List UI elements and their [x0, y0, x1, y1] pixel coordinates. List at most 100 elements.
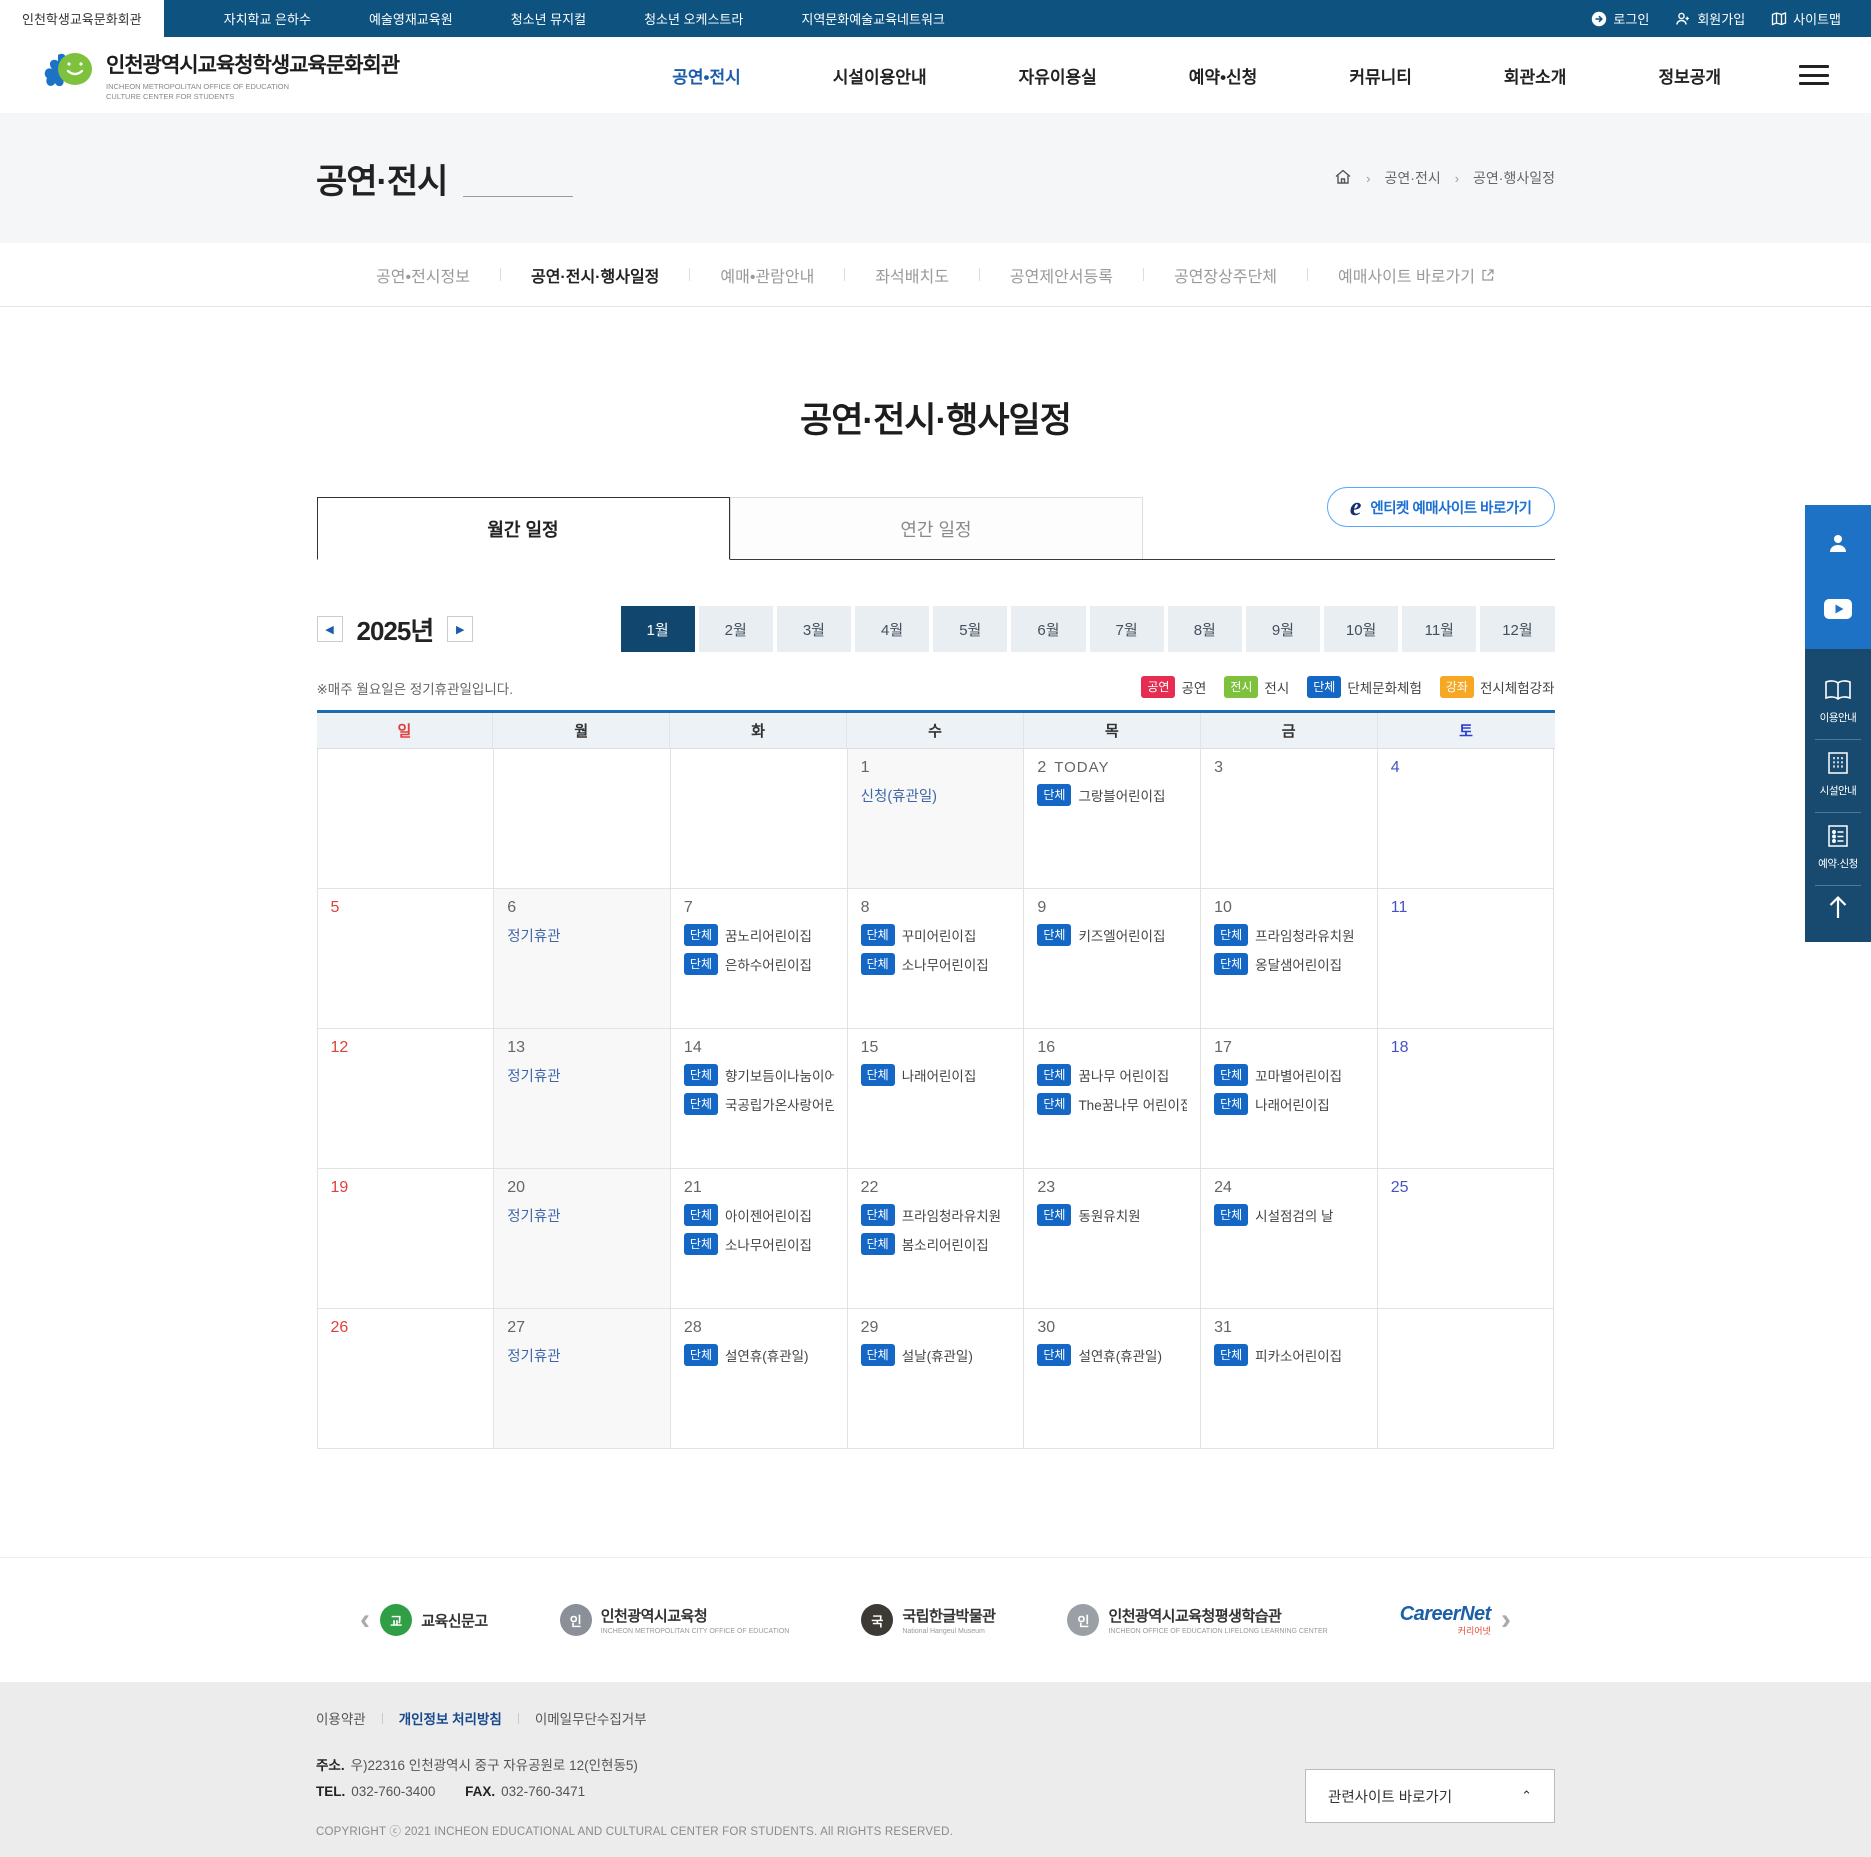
- calendar-event[interactable]: 단체 소나무어린이집: [683, 1233, 834, 1255]
- main-nav-item[interactable]: 커뮤니티: [1303, 63, 1458, 88]
- utility-home-tab[interactable]: 인천학생교육문화회관: [0, 0, 164, 37]
- calendar-event[interactable]: 단체 프라임청라유치원: [1214, 924, 1364, 946]
- partner-logo[interactable]: CareerNet 커리어넷: [1400, 1603, 1492, 1637]
- calendar-event[interactable]: 단체 나래어린이집: [1214, 1093, 1364, 1115]
- utility-link[interactable]: 자치학교 은하수: [224, 9, 311, 28]
- sidebar-item-reservation[interactable]: 예약·신청: [1815, 813, 1861, 886]
- calendar-event[interactable]: 단체 은하수어린이집: [683, 953, 834, 975]
- month-button-3[interactable]: 3월: [776, 606, 852, 652]
- event-badge: 단체: [1214, 924, 1249, 946]
- calendar-event[interactable]: 단체 시설점검의 날: [1214, 1204, 1364, 1226]
- tab-yearly-schedule[interactable]: 연간 일정: [729, 497, 1143, 559]
- calendar-event[interactable]: 단체 동원유치원: [1037, 1204, 1187, 1226]
- month-button-12[interactable]: 12월: [1480, 606, 1555, 652]
- legend-badge: 전시: [1224, 676, 1259, 698]
- today-tag: TODAY: [1054, 759, 1110, 776]
- previous-year-button[interactable]: ◀: [316, 616, 343, 642]
- month-button-2[interactable]: 2월: [698, 606, 773, 652]
- partner-logo[interactable]: 교 교육신문고: [380, 1604, 488, 1636]
- sub-nav-link[interactable]: 공연장상주단체: [1174, 263, 1277, 287]
- tab-monthly-schedule[interactable]: 월간 일정: [316, 497, 730, 560]
- scroll-to-top-icon[interactable]: [1826, 886, 1850, 924]
- sidebar-item-facility-guide[interactable]: 시설안내: [1815, 740, 1861, 813]
- calendar-event[interactable]: 단체 꿈노리어린이집: [683, 924, 834, 946]
- calendar-cell-link[interactable]: 정기휴관: [507, 1205, 560, 1226]
- calendar-event[interactable]: 단체 소나무어린이집: [860, 953, 1011, 975]
- partners-prev-icon[interactable]: ‹: [360, 1603, 370, 1637]
- main-nav-item[interactable]: 회관소개: [1458, 63, 1613, 88]
- sub-nav-link[interactable]: 예매•관람안내: [720, 263, 814, 287]
- sub-nav-link[interactable]: 공연제안서등록: [1010, 263, 1113, 287]
- menu-icon[interactable]: [1799, 65, 1829, 85]
- join-link[interactable]: 회원가입: [1675, 9, 1745, 28]
- eticket-booking-button[interactable]: e 엔티켓 예매사이트 바로가기: [1326, 487, 1555, 527]
- month-button-7[interactable]: 7월: [1089, 606, 1164, 652]
- partner-logo[interactable]: 국 국립한글박물관 National Hangeul Museum: [861, 1604, 996, 1636]
- breadcrumb-item[interactable]: 공연·전시: [1385, 168, 1441, 188]
- sub-nav-link[interactable]: 예매사이트 바로가기: [1338, 263, 1495, 287]
- calendar-event[interactable]: 단체 향기보듬이나눔이어: [683, 1064, 834, 1086]
- calendar-cell-link[interactable]: 정기휴관: [507, 1065, 560, 1086]
- main-nav-item[interactable]: 예약•신청: [1143, 63, 1304, 88]
- month-button-9[interactable]: 9월: [1245, 606, 1321, 652]
- breadcrumb-item-current[interactable]: 공연·행사일정: [1473, 168, 1555, 188]
- calendar-date: 24: [1214, 1179, 1364, 1197]
- sub-nav-link[interactable]: 공연·전시·행사일정: [531, 263, 659, 287]
- calendar-event[interactable]: 단체 설연휴(휴관일): [683, 1344, 834, 1366]
- next-year-button[interactable]: ▶: [447, 616, 474, 642]
- site-logo[interactable]: 인천광역시교육청학생교육문화회관 INCHEON METROPOLITAN OF…: [44, 49, 400, 102]
- main-nav-item[interactable]: 시설이용안내: [787, 63, 973, 88]
- related-sites-dropdown[interactable]: 관련사이트 바로가기 ⌃: [1305, 1769, 1555, 1823]
- month-button-4[interactable]: 4월: [855, 606, 930, 652]
- utility-link[interactable]: 청소년 뮤지컬: [511, 9, 586, 28]
- my-page-icon[interactable]: [1826, 531, 1850, 555]
- partner-logo[interactable]: 인 인천광역시교육청평생학습관 INCHEON OFFICE OF EDUCATIO…: [1067, 1604, 1328, 1636]
- calendar-event[interactable]: 단체 옹달샘어린이집: [1214, 953, 1364, 975]
- calendar-event[interactable]: 단체 키즈엘어린이집: [1037, 924, 1187, 946]
- footer-link[interactable]: 이메일무단수집거부: [535, 1708, 647, 1728]
- calendar-event[interactable]: 단체 The꿈나무 어린이집: [1037, 1093, 1187, 1115]
- utility-link[interactable]: 청소년 오케스트라: [644, 9, 743, 28]
- calendar-event[interactable]: 단체 설연휴(휴관일): [1037, 1344, 1187, 1366]
- calendar-event[interactable]: 단체 꿈나무 어린이집: [1037, 1064, 1187, 1086]
- partner-logo[interactable]: 인 인천광역시교육청 INCHEON METROPOLITAN CITY OFFIC…: [559, 1604, 789, 1636]
- month-button-5[interactable]: 5월: [933, 606, 1008, 652]
- main-nav-item[interactable]: 정보공개: [1612, 63, 1767, 88]
- sub-nav-link[interactable]: 좌석배치도: [875, 263, 949, 287]
- main-nav-item[interactable]: 자유이용실: [973, 63, 1143, 88]
- month-button-1[interactable]: 1월: [620, 606, 695, 652]
- partner-logo-icon: 국: [861, 1604, 894, 1636]
- calendar-event[interactable]: 단체 그랑블어린이집: [1037, 784, 1187, 806]
- sub-nav-link[interactable]: 공연•전시정보: [376, 263, 470, 287]
- checklist-icon: [1828, 825, 1848, 847]
- calendar-cell-link[interactable]: 정기휴관: [507, 925, 560, 946]
- calendar-cell-link[interactable]: 정기휴관: [507, 1345, 560, 1366]
- calendar-event[interactable]: 단체 국공립가온사랑어린: [683, 1093, 834, 1115]
- calendar-event[interactable]: 단체 꼬마별어린이집: [1214, 1064, 1364, 1086]
- month-button-10[interactable]: 10월: [1324, 606, 1399, 652]
- sub-nav-item: 공연•전시정보: [376, 263, 470, 287]
- calendar-weekday-header: 일월화수목금토: [316, 713, 1555, 749]
- partners-next-icon[interactable]: ›: [1501, 1603, 1511, 1637]
- youtube-icon[interactable]: [1824, 599, 1852, 619]
- calendar-event[interactable]: 단체 피카소어린이집: [1214, 1344, 1364, 1366]
- calendar-event[interactable]: 단체 아이젠어린이집: [683, 1204, 834, 1226]
- month-button-6[interactable]: 6월: [1011, 606, 1086, 652]
- footer-link[interactable]: 개인정보 처리방침: [399, 1708, 502, 1728]
- calendar-event[interactable]: 단체 프라임청라유치원: [860, 1204, 1011, 1226]
- calendar-event[interactable]: 단체 봄소리어린이집: [860, 1233, 1011, 1255]
- month-button-8[interactable]: 8월: [1167, 606, 1242, 652]
- home-icon[interactable]: [1334, 168, 1352, 189]
- main-nav-item[interactable]: 공연•전시: [626, 63, 787, 88]
- utility-link[interactable]: 지역문화예술교육네트워크: [801, 9, 945, 28]
- sitemap-link[interactable]: 사이트맵: [1771, 9, 1841, 28]
- calendar-event[interactable]: 단체 꾸미어린이집: [860, 924, 1011, 946]
- utility-link[interactable]: 예술영재교육원: [369, 9, 453, 28]
- sidebar-item-usage-guide[interactable]: 이용안내: [1815, 669, 1861, 740]
- calendar-event[interactable]: 단체 설날(휴관일): [860, 1344, 1011, 1366]
- calendar-event[interactable]: 단체 나래어린이집: [860, 1064, 1011, 1086]
- month-button-11[interactable]: 11월: [1402, 606, 1477, 652]
- login-link[interactable]: 로그인: [1591, 9, 1649, 28]
- calendar-cell-link[interactable]: 신청(휴관일): [861, 785, 937, 806]
- footer-link[interactable]: 이용약관: [316, 1708, 366, 1728]
